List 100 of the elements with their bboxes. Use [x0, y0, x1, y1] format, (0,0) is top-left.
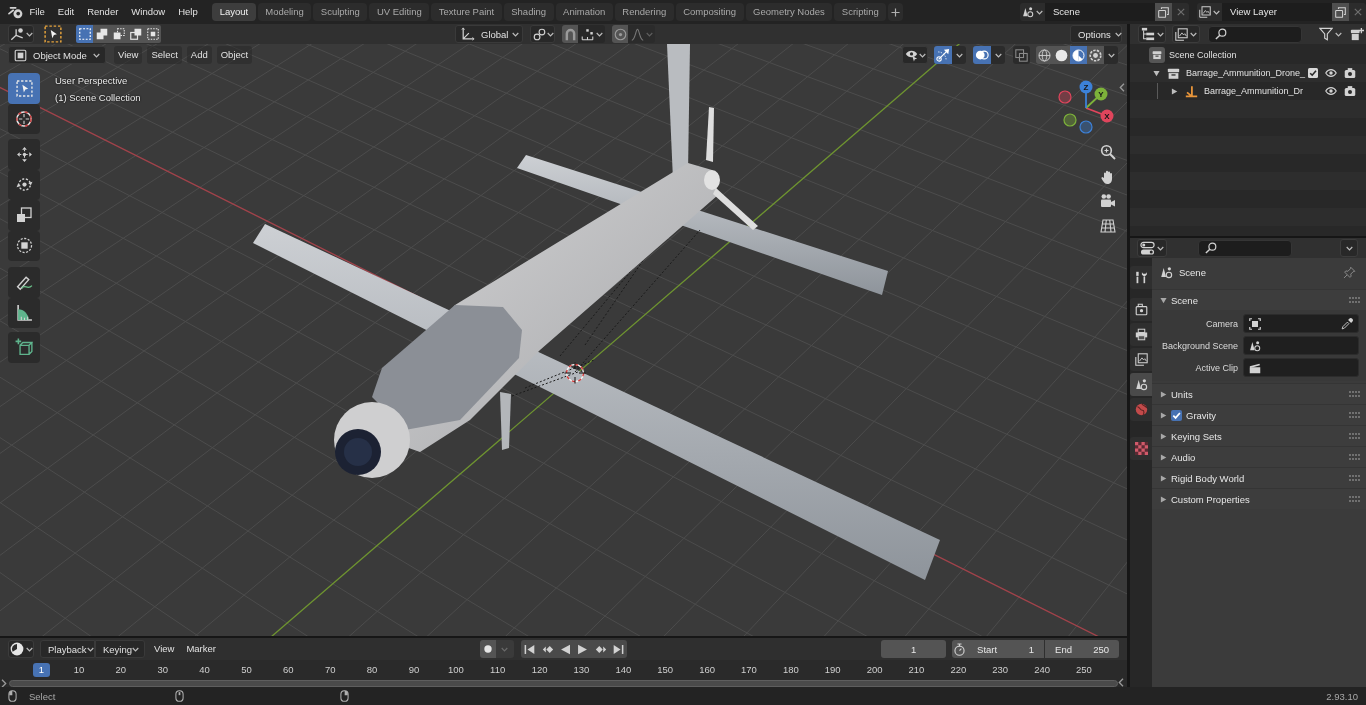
shading-dropdown[interactable]: [1104, 46, 1118, 64]
grip-dots-icon[interactable]: [1349, 297, 1360, 303]
tool-button[interactable]: [8, 103, 40, 134]
camera-icon[interactable]: [1344, 67, 1356, 79]
shading-button[interactable]: [1070, 46, 1087, 64]
add-workspace-button[interactable]: [888, 3, 904, 21]
select-mode-button[interactable]: [76, 25, 93, 43]
negative-axis-handle[interactable]: [1079, 120, 1093, 134]
pin-icon[interactable]: [1343, 266, 1356, 279]
playback-button[interactable]: [609, 640, 628, 658]
search-field[interactable]: [1208, 25, 1302, 43]
mode-dropdown[interactable]: Object Mode: [8, 46, 106, 64]
xray-toggle[interactable]: [1013, 46, 1030, 64]
negative-axis-handle[interactable]: [1063, 113, 1077, 127]
select-mode-button[interactable]: [144, 25, 161, 43]
display-mode-button[interactable]: [1172, 25, 1200, 43]
data-block-field[interactable]: [1243, 314, 1359, 333]
grip-dots-icon[interactable]: [1349, 454, 1360, 460]
new-collection-button[interactable]: [1349, 25, 1364, 43]
grip-dots-icon[interactable]: [1349, 412, 1360, 418]
eye-icon[interactable]: [1325, 85, 1337, 97]
item-name[interactable]: Barrage_Ammunition_Dr: [1204, 86, 1304, 96]
item-name[interactable]: Barrage_Ammunition_Drone_: [1186, 68, 1306, 78]
current-frame-field[interactable]: 1: [881, 640, 947, 658]
start-frame-field[interactable]: Start 1: [967, 640, 1045, 658]
end-frame-field[interactable]: End 250: [1045, 640, 1120, 658]
workspace-tab[interactable]: Shading: [503, 3, 554, 21]
scene-name-field[interactable]: Scene: [1045, 3, 1155, 21]
snap-target-dropdown[interactable]: [578, 25, 605, 43]
tool-button[interactable]: [8, 297, 40, 328]
disclosure-triangle-icon[interactable]: [1171, 87, 1178, 95]
zoom-icon[interactable]: [1100, 144, 1116, 160]
playback-button[interactable]: [556, 640, 575, 658]
eye-icon[interactable]: [1325, 67, 1337, 79]
menu-item[interactable]: Help: [171, 3, 205, 21]
gizmo-dropdown[interactable]: [952, 46, 966, 64]
grip-dots-icon[interactable]: [1349, 391, 1360, 397]
shading-button[interactable]: [1036, 46, 1053, 64]
disclosure-triangle-icon[interactable]: [1153, 69, 1160, 77]
tool-button[interactable]: [8, 230, 40, 261]
editor-type-button[interactable]: [1138, 25, 1166, 43]
options-dropdown[interactable]: [1340, 239, 1358, 257]
disclosure-triangle-icon[interactable]: [1160, 296, 1167, 304]
grip-dots-icon[interactable]: [1349, 475, 1360, 481]
remove-button[interactable]: [1172, 3, 1189, 21]
tool-button[interactable]: [8, 267, 40, 298]
select-mode-button[interactable]: [93, 25, 110, 43]
view-layer-name-field[interactable]: View Layer: [1222, 3, 1332, 21]
tool-button[interactable]: [8, 139, 40, 170]
snap-toggle[interactable]: [562, 25, 578, 43]
menu-item[interactable]: Window: [124, 3, 172, 21]
properties-tab[interactable]: [1130, 373, 1152, 396]
select-mode-button[interactable]: [127, 25, 144, 43]
properties-tab[interactable]: [1130, 323, 1152, 346]
grip-dots-icon[interactable]: [1349, 496, 1360, 502]
menu-dropdown[interactable]: Keying: [95, 640, 145, 658]
proportional-edit-toggle[interactable]: [612, 25, 628, 43]
workspace-tab[interactable]: Rendering: [614, 3, 674, 21]
gizmo-toggle[interactable]: [934, 46, 952, 64]
options-dropdown[interactable]: Options: [1070, 25, 1122, 43]
filter-button[interactable]: [1316, 25, 1345, 43]
axis-handle[interactable]: X: [1085, 107, 1114, 123]
disclosure-triangle-icon[interactable]: [1160, 453, 1167, 461]
disclosure-triangle-icon[interactable]: [1160, 390, 1167, 398]
header-menu[interactable]: Marker: [182, 640, 220, 658]
data-block-field[interactable]: [1243, 358, 1359, 377]
editor-type-button[interactable]: [1137, 239, 1167, 257]
select-mode-button[interactable]: [110, 25, 127, 43]
disclosure-triangle-icon[interactable]: [1160, 411, 1167, 419]
editor-type-button[interactable]: [8, 640, 34, 658]
camera-icon[interactable]: [1344, 85, 1356, 97]
duplicate-button[interactable]: [1155, 3, 1172, 21]
auto-keying-toggle[interactable]: [480, 640, 496, 658]
menu-item[interactable]: Edit: [51, 3, 81, 21]
preview-range-toggle[interactable]: [952, 640, 968, 658]
properties-tab[interactable]: [1130, 298, 1152, 321]
header-menu[interactable]: View: [114, 46, 143, 64]
negative-axis-handle[interactable]: [1058, 90, 1072, 104]
checkbox[interactable]: [1308, 68, 1318, 78]
pivot-dropdown[interactable]: [530, 25, 555, 43]
properties-tab[interactable]: [1130, 266, 1152, 289]
menu-item[interactable]: File: [23, 3, 52, 21]
workspace-tab[interactable]: Animation: [555, 3, 613, 21]
axis-handle[interactable]: Z: [1079, 80, 1093, 109]
logo-icon[interactable]: [8, 5, 23, 19]
workspace-tab[interactable]: Geometry Nodes: [745, 3, 833, 21]
eyedropper-icon[interactable]: [1341, 317, 1353, 330]
select-box-icon[interactable]: [44, 25, 62, 43]
disclosure-triangle-icon[interactable]: [1160, 495, 1167, 503]
visibility-dropdown[interactable]: [902, 46, 928, 64]
playback-button[interactable]: [521, 640, 539, 658]
data-block-field[interactable]: [1243, 336, 1359, 355]
search-field[interactable]: [1198, 239, 1292, 257]
orientation-dropdown[interactable]: Global: [455, 25, 523, 43]
workspace-tab[interactable]: Layout: [212, 3, 256, 21]
properties-tab[interactable]: [1130, 348, 1152, 371]
checkbox[interactable]: [1171, 409, 1182, 421]
editor-type-button[interactable]: [8, 25, 34, 43]
workspace-tab[interactable]: UV Editing: [369, 3, 430, 21]
header-menu[interactable]: Add: [186, 46, 212, 64]
